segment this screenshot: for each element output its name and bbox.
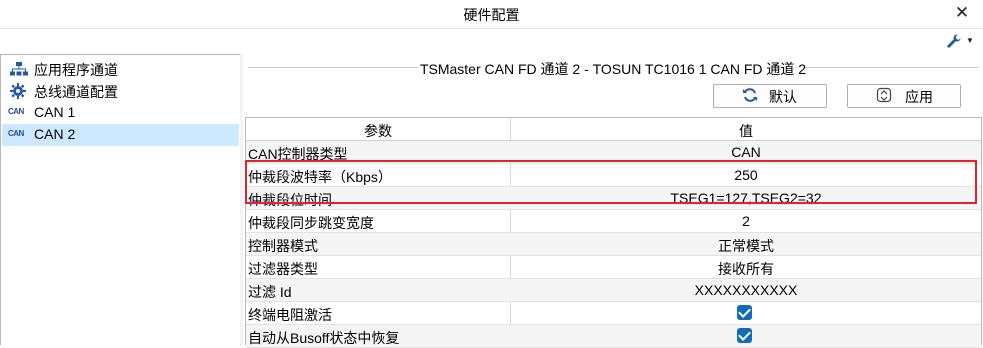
sidebar-item-label: 总线通道配置	[34, 84, 118, 100]
sidebar-item-app-channels[interactable]: 应用程序通道	[2, 58, 239, 80]
param-name: 自动从Busoff状态中恢复	[248, 330, 400, 346]
gear-icon	[10, 83, 28, 99]
apply-icon	[876, 87, 892, 107]
table-header: 参数 值	[246, 118, 981, 141]
table-row[interactable]: 仲裁段同步跳变宽度 2	[246, 210, 981, 233]
table-row[interactable]: 自动从Busoff状态中恢复	[246, 325, 981, 348]
sidebar-item-label: CAN 2	[34, 126, 76, 142]
title-bar: 硬件配置 ✕	[0, 0, 983, 28]
param-name: 控制器模式	[248, 238, 318, 254]
panel-title: TSMaster CAN FD 通道 2 - TOSUN TC1016 1 CA…	[419, 61, 807, 77]
caret-down-icon: ▼	[966, 36, 974, 45]
param-value[interactable]: 接收所有	[511, 259, 981, 279]
toolbar: ▼	[0, 28, 983, 55]
param-column-header[interactable]: 参数	[246, 121, 510, 141]
param-value[interactable]: CAN	[511, 144, 981, 160]
table-row[interactable]: 终端电阻激活	[246, 302, 981, 325]
close-icon: ✕	[954, 3, 970, 22]
can-icon: CAN	[8, 107, 24, 116]
param-value[interactable]: XXXXXXXXXXX	[511, 282, 981, 298]
default-button[interactable]: 默认	[713, 84, 827, 108]
refresh-icon	[742, 87, 758, 107]
param-name: 终端电阻激活	[248, 307, 332, 323]
param-name: 过滤 Id	[248, 284, 292, 300]
parameter-table: 参数 值 CAN控制器类型 CAN 仲裁段波特率（Kbps） 250 仲裁段位时…	[245, 117, 982, 348]
sidebar-item-bus-config[interactable]: 总线通道配置	[2, 80, 239, 102]
busoff-recovery-checkbox[interactable]	[737, 328, 752, 343]
sidebar-item-can2[interactable]: CAN CAN 2	[2, 124, 239, 146]
sidebar-item-label: CAN 1	[34, 104, 76, 120]
sidebar-item-label: 应用程序通道	[34, 62, 118, 78]
close-button[interactable]: ✕	[950, 2, 974, 24]
param-value[interactable]: 2	[511, 213, 981, 229]
tools-menu-button[interactable]: ▼	[944, 31, 978, 51]
apply-button[interactable]: 应用	[847, 84, 961, 108]
termination-resistor-checkbox[interactable]	[737, 305, 752, 320]
sidebar-item-can1[interactable]: CAN CAN 1	[2, 102, 239, 124]
table-row[interactable]: 控制器模式 正常模式	[246, 233, 981, 256]
highlight-box	[245, 160, 977, 204]
apply-button-label: 应用	[905, 89, 933, 105]
table-row[interactable]: 过滤器类型 接收所有	[246, 256, 981, 279]
table-row[interactable]: 过滤 Id XXXXXXXXXXX	[246, 279, 981, 302]
param-name: 过滤器类型	[248, 261, 318, 277]
value-column-header[interactable]: 值	[511, 121, 981, 141]
network-icon	[10, 62, 28, 76]
default-button-label: 默认	[769, 89, 797, 105]
sidebar-tree: 应用程序通道 总线通道配置 CAN CAN 1 CAN CAN 2	[0, 54, 241, 345]
window-title: 硬件配置	[463, 7, 520, 23]
can-icon: CAN	[8, 129, 24, 138]
param-value[interactable]: 正常模式	[511, 236, 981, 256]
param-name: 仲裁段同步跳变宽度	[248, 215, 374, 231]
